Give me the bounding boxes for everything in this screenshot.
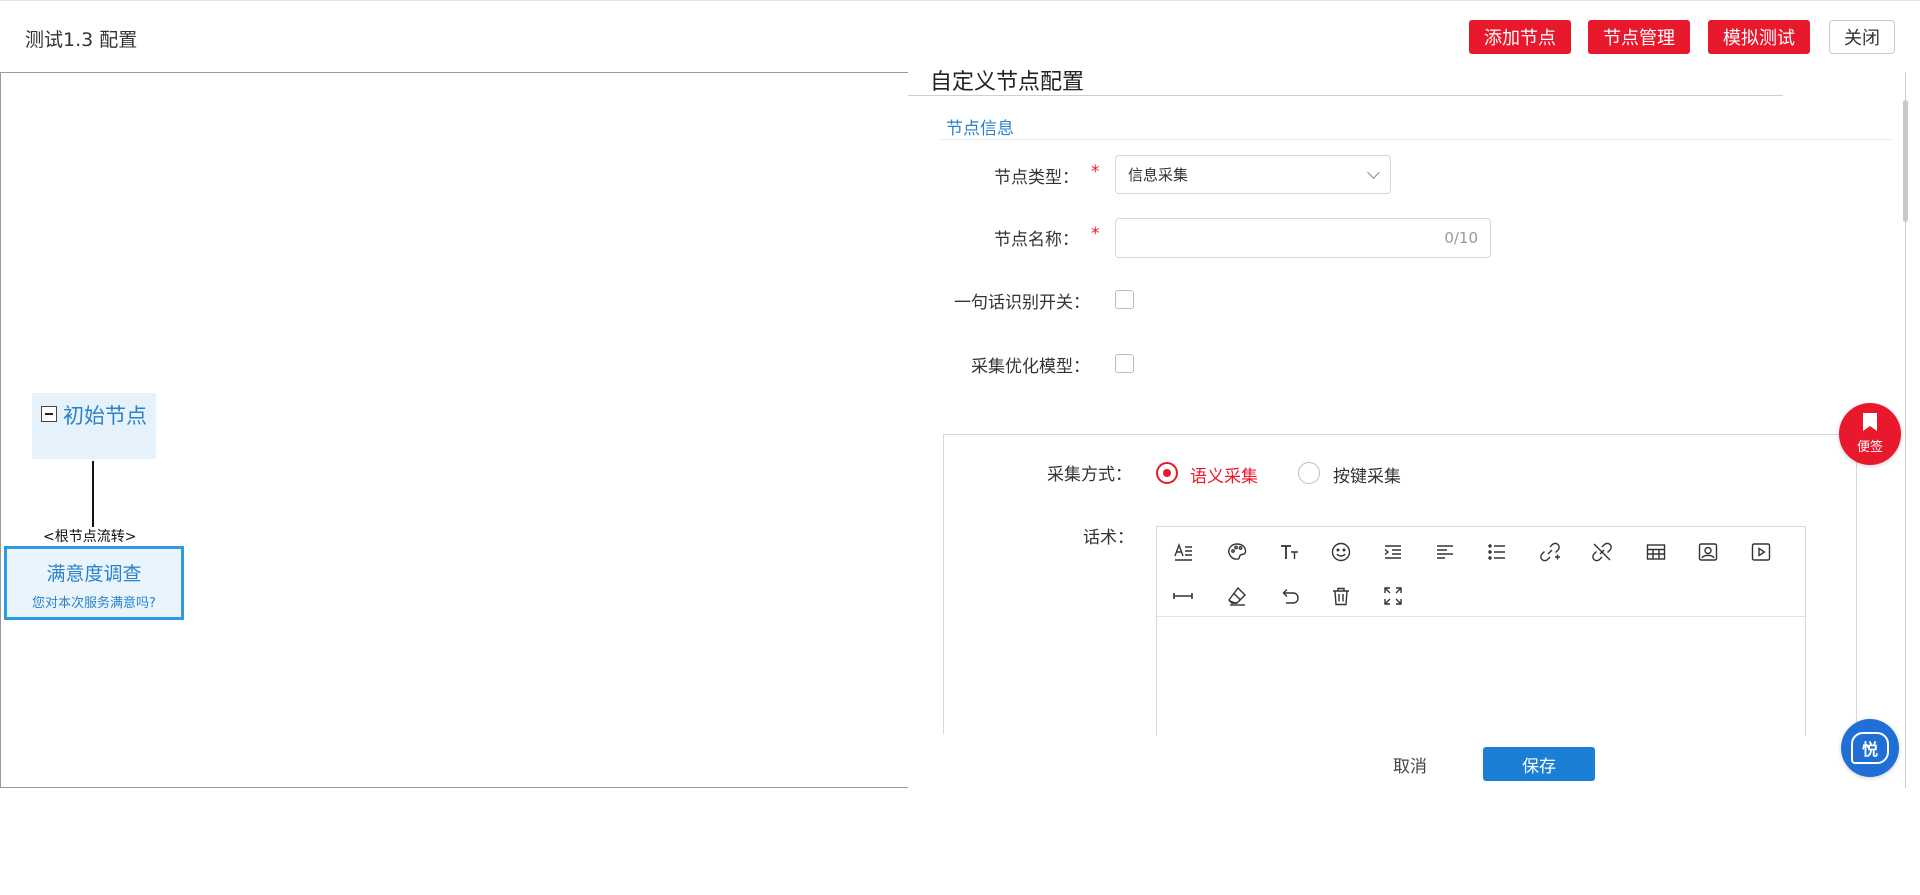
video-icon[interactable] bbox=[1748, 539, 1774, 565]
collection-method-label: 采集方式： bbox=[1047, 465, 1132, 485]
node-type-value: 信息采集 bbox=[1128, 166, 1189, 184]
divider bbox=[940, 139, 1892, 140]
save-button[interactable]: 保存 bbox=[1483, 747, 1595, 781]
image-icon[interactable] bbox=[1695, 539, 1721, 565]
chat-bubble-icon: 悦 bbox=[1851, 732, 1889, 764]
required-mark: * bbox=[1091, 162, 1100, 182]
optimize-model-label: 采集优化模型： bbox=[971, 357, 1090, 377]
optimize-model-checkbox[interactable] bbox=[1115, 354, 1134, 373]
indent-icon[interactable] bbox=[1380, 539, 1406, 565]
child-node[interactable]: 满意度调查 您对本次服务满意吗? bbox=[4, 546, 184, 620]
radio-semantic-label[interactable]: 语义采集 bbox=[1190, 462, 1258, 487]
fullscreen-icon[interactable] bbox=[1380, 583, 1406, 609]
horizontal-rule-icon[interactable] bbox=[1170, 583, 1196, 609]
radio-keypress[interactable] bbox=[1298, 462, 1320, 484]
chat-assistant-button[interactable]: 悦 bbox=[1841, 719, 1899, 777]
table-icon[interactable] bbox=[1643, 539, 1669, 565]
child-node-subtitle: 您对本次服务满意吗? bbox=[32, 596, 156, 611]
divider bbox=[1157, 616, 1805, 617]
char-counter: 0/10 bbox=[1444, 229, 1478, 247]
emoji-icon[interactable] bbox=[1328, 539, 1354, 565]
edge-label: <根节点流转> bbox=[43, 529, 137, 545]
list-icon[interactable] bbox=[1484, 539, 1510, 565]
scrollbar[interactable] bbox=[1903, 100, 1908, 222]
one-sentence-switch-label: 一句话识别开关： bbox=[954, 293, 1090, 313]
sticky-note-button[interactable]: 便签 bbox=[1839, 403, 1901, 465]
radio-keypress-label[interactable]: 按键采集 bbox=[1333, 462, 1401, 487]
radio-semantic[interactable] bbox=[1156, 462, 1178, 484]
child-node-title: 满意度调查 bbox=[46, 563, 142, 585]
eraser-icon[interactable] bbox=[1224, 583, 1250, 609]
root-node-label: 初始节点 bbox=[63, 404, 147, 428]
divider bbox=[908, 95, 1783, 96]
bookmark-icon bbox=[1863, 413, 1877, 431]
collapse-icon[interactable] bbox=[41, 406, 57, 422]
section-title: 节点信息 bbox=[946, 119, 1014, 139]
one-sentence-switch-checkbox[interactable] bbox=[1115, 290, 1134, 309]
text-size-icon[interactable] bbox=[1277, 539, 1303, 565]
node-name-label: 节点名称： bbox=[994, 230, 1079, 250]
node-type-select[interactable]: 信息采集 bbox=[1115, 155, 1391, 194]
font-format-icon[interactable] bbox=[1170, 539, 1196, 565]
unlink-icon[interactable] bbox=[1589, 539, 1615, 565]
palette-icon[interactable] bbox=[1224, 539, 1250, 565]
undo-icon[interactable] bbox=[1277, 583, 1303, 609]
required-mark: * bbox=[1091, 224, 1100, 244]
node-type-label: 节点类型： bbox=[994, 168, 1079, 188]
simulate-test-button[interactable]: 模拟测试 bbox=[1708, 20, 1810, 54]
chevron-down-icon bbox=[1367, 165, 1380, 179]
trash-icon[interactable] bbox=[1328, 583, 1354, 609]
flow-connector bbox=[92, 461, 94, 527]
root-node[interactable]: 初始节点 bbox=[32, 393, 156, 459]
link-icon[interactable] bbox=[1537, 539, 1563, 565]
cancel-button[interactable]: 取消 bbox=[1365, 747, 1455, 781]
chat-assistant-label: 悦 bbox=[1861, 740, 1878, 759]
panel-title: 自定义节点配置 bbox=[930, 70, 1085, 95]
page-title: 测试1.3 配置 bbox=[25, 29, 138, 51]
node-name-input[interactable]: 0/10 bbox=[1115, 218, 1491, 258]
node-manage-button[interactable]: 节点管理 bbox=[1588, 20, 1690, 54]
close-button[interactable]: 关闭 bbox=[1829, 20, 1895, 54]
add-node-button[interactable]: 添加节点 bbox=[1469, 20, 1571, 54]
align-icon[interactable] bbox=[1432, 539, 1458, 565]
sticky-note-label: 便签 bbox=[1856, 440, 1883, 455]
script-label: 话术： bbox=[1083, 528, 1134, 548]
